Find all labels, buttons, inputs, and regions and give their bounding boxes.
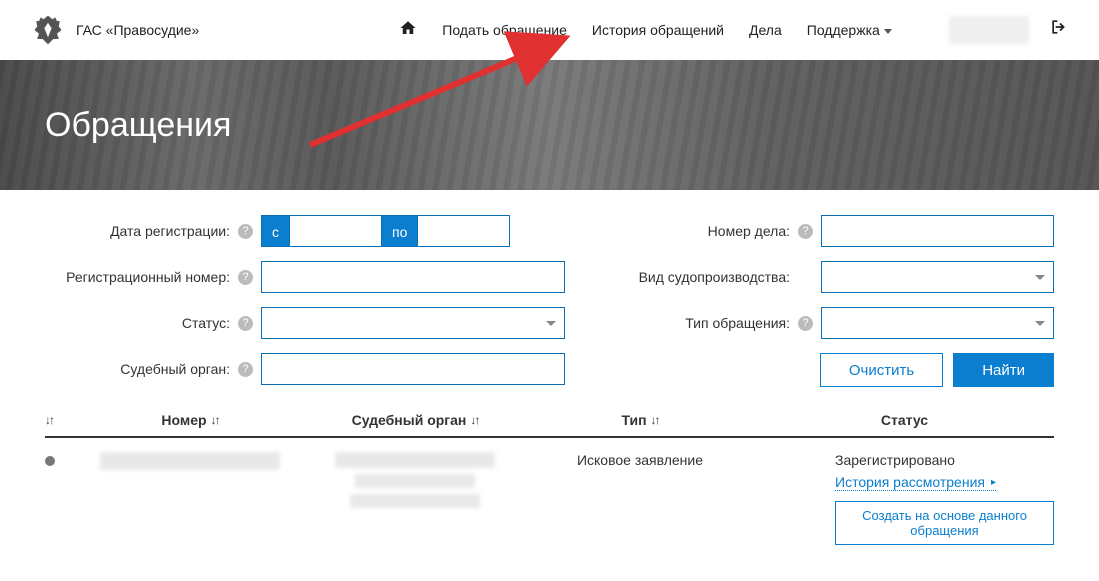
clear-button[interactable]: Очистить [820, 353, 943, 387]
brand-logo[interactable]: ГАС «Правосудие» [30, 12, 199, 48]
proc-type-label: Вид судопроизводства: [625, 269, 790, 285]
help-icon[interactable]: ? [238, 316, 253, 331]
date-to-input[interactable] [418, 215, 510, 247]
table-header: ↓↑ Номер↓↑ Судебный орган↓↑ Тип↓↑ Статус [45, 402, 1054, 438]
th-status: Статус [881, 412, 928, 428]
results-table: ↓↑ Номер↓↑ Судебный орган↓↑ Тип↓↑ Статус… [0, 402, 1099, 559]
appeal-type-label: Тип обращения: [625, 315, 790, 331]
th-type[interactable]: Тип [621, 412, 646, 428]
help-icon[interactable]: ? [798, 316, 813, 331]
cell-number [100, 452, 280, 470]
date-from-badge: с [261, 215, 290, 247]
home-icon[interactable] [399, 19, 417, 42]
case-num-input[interactable] [821, 215, 1054, 247]
cell-court [355, 474, 475, 488]
help-icon[interactable]: ? [238, 270, 253, 285]
reg-num-input[interactable] [261, 261, 565, 293]
cell-court [350, 494, 480, 508]
nav-submit-appeal[interactable]: Подать обращение [442, 22, 567, 38]
help-icon[interactable]: ? [238, 362, 253, 377]
date-reg-label: Дата регистрации: [45, 223, 230, 239]
find-button[interactable]: Найти [953, 353, 1054, 387]
sort-icon[interactable]: ↓↑ [211, 413, 219, 427]
th-court[interactable]: Судебный орган [352, 412, 467, 428]
date-to-badge: по [382, 215, 418, 247]
top-header: ГАС «Правосудие» Подать обращение Истори… [0, 0, 1099, 60]
court-label: Судебный орган: [45, 361, 230, 377]
cell-type: Исковое заявление [525, 452, 755, 468]
status-dot-icon [45, 456, 55, 466]
proc-type-select[interactable] [821, 261, 1054, 293]
case-num-label: Номер дела: [625, 223, 790, 239]
sort-icon[interactable]: ↓↑ [470, 413, 478, 427]
coat-of-arms-icon [30, 12, 66, 48]
page-banner: Обращения [0, 60, 1099, 190]
brand-name: ГАС «Правосудие» [76, 22, 199, 38]
filter-form: Дата регистрации: ? с по Регистрационный… [0, 190, 1099, 402]
help-icon[interactable]: ? [798, 224, 813, 239]
page-title: Обращения [45, 106, 231, 145]
appeal-type-select[interactable] [821, 307, 1054, 339]
court-input[interactable] [261, 353, 565, 385]
main-nav: Подать обращение История обращений Дела … [399, 19, 892, 42]
sort-icon[interactable]: ↓↑ [45, 413, 53, 427]
help-icon[interactable]: ? [238, 224, 253, 239]
nav-history[interactable]: История обращений [592, 22, 724, 38]
user-name[interactable] [949, 16, 1029, 44]
table-row: Исковое заявление Зарегистрировано Истор… [45, 438, 1054, 559]
nav-support[interactable]: Поддержка [807, 22, 892, 38]
th-number[interactable]: Номер [161, 412, 206, 428]
history-link[interactable]: История рассмотрения [835, 474, 996, 491]
cell-status: Зарегистрировано [835, 452, 955, 468]
cell-court [335, 452, 495, 468]
nav-cases[interactable]: Дела [749, 22, 782, 38]
header-right [949, 16, 1069, 44]
status-label: Статус: [45, 315, 230, 331]
date-from-input[interactable] [290, 215, 382, 247]
sort-icon[interactable]: ↓↑ [651, 413, 659, 427]
reg-num-label: Регистрационный номер: [45, 269, 230, 285]
create-from-button[interactable]: Создать на основе данного обращения [835, 501, 1054, 545]
status-select[interactable] [261, 307, 565, 339]
logout-icon[interactable] [1049, 17, 1069, 43]
